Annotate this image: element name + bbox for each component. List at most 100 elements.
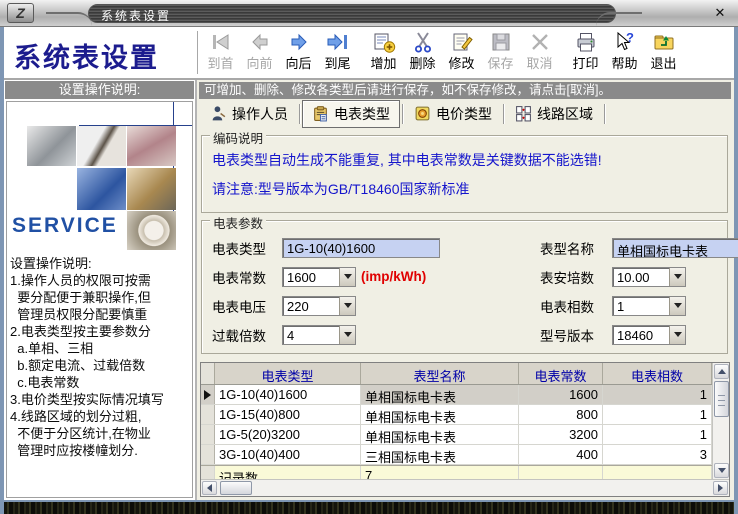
- tab-line-regions[interactable]: 线路区域: [506, 101, 602, 127]
- tab-bar: 操作人员 电表类型: [199, 99, 731, 128]
- save-icon: [489, 30, 513, 54]
- go-next-button[interactable]: 向后: [279, 29, 318, 72]
- table-cell[interactable]: 3200: [519, 425, 603, 444]
- model-name-field[interactable]: 单相国标电卡表: [612, 238, 738, 258]
- meter-constant-unit: (imp/kWh): [361, 269, 426, 284]
- go-previous-icon: [248, 30, 272, 54]
- column-header[interactable]: 电表相数: [603, 363, 712, 384]
- phases-label: 电表相数: [540, 296, 604, 316]
- edit-record-button[interactable]: 修改: [442, 29, 481, 72]
- overload-label: 过载倍数: [212, 325, 274, 345]
- instruction-line: a.单相、三相: [10, 340, 192, 357]
- table-cell[interactable]: 单相国标电卡表: [361, 385, 519, 404]
- params-groupbox: 电表参数 电表类型 1G-10(40)1600 表型名称 单相国标电卡表 电表常…: [201, 220, 728, 354]
- meter-type-field[interactable]: 1G-10(40)1600: [282, 238, 440, 258]
- collage-photo-clips: [127, 126, 176, 166]
- amperage-label: 表安培数: [540, 267, 604, 287]
- delete-record-button[interactable]: 删除: [403, 29, 442, 72]
- collage-photo-tools: [27, 126, 76, 166]
- toolbar-separator: [197, 31, 198, 74]
- add-record-button[interactable]: 增加: [364, 29, 403, 72]
- scroll-left-button[interactable]: [202, 481, 217, 495]
- table-cell[interactable]: 1: [603, 405, 712, 424]
- table-row[interactable]: 1G-5(20)3200单相国标电卡表32001: [201, 425, 712, 445]
- chevron-down-icon[interactable]: [339, 268, 355, 286]
- collage-photo-money: [127, 168, 176, 210]
- go-first-button[interactable]: 到首: [201, 29, 240, 72]
- table-cell[interactable]: 400: [519, 445, 603, 464]
- table-cell[interactable]: 单相国标电卡表: [361, 405, 519, 424]
- record-count-value: 7: [361, 466, 519, 479]
- overload-select[interactable]: 4: [282, 325, 356, 345]
- tab-operators[interactable]: 操作人员: [201, 101, 297, 127]
- main-panel: 可增加、删除、修改各类型后请进行保存，如不保存修改，请点击[取消]。 操作人员: [197, 80, 734, 500]
- phases-select[interactable]: 1: [612, 296, 686, 316]
- triangle-down-icon: [718, 468, 726, 473]
- table-cell[interactable]: 800: [519, 405, 603, 424]
- print-button[interactable]: 打印: [566, 29, 605, 72]
- go-next-icon: [287, 30, 311, 54]
- chevron-down-icon[interactable]: [339, 297, 355, 315]
- chevron-down-icon[interactable]: [669, 326, 685, 344]
- meter-type-table: 电表类型 表型名称 电表常数 电表相数 1G-10(40)1600单相国标电卡表…: [200, 362, 730, 497]
- amperage-select[interactable]: 10.00: [612, 267, 686, 287]
- vertical-scrollbar[interactable]: [712, 363, 729, 479]
- cancel-button[interactable]: 取消: [520, 29, 559, 72]
- column-header[interactable]: 表型名称: [361, 363, 519, 384]
- encoding-groupbox: 编码说明 电表类型自动生成不能重复, 其中电表常数是关键数据不能选错! 请注意:…: [201, 135, 728, 213]
- scroll-up-button[interactable]: [714, 364, 729, 379]
- model-version-select[interactable]: 18460: [612, 325, 686, 345]
- chevron-down-icon[interactable]: [339, 326, 355, 344]
- toolbar: 到首 向前 向后 到尾: [201, 27, 683, 78]
- collage-photo-pen: [77, 126, 126, 166]
- delete-record-icon: [411, 30, 435, 54]
- column-header[interactable]: 电表类型: [215, 363, 361, 384]
- column-header[interactable]: 电表常数: [519, 363, 603, 384]
- tab-divider: [299, 104, 300, 124]
- instruction-line: 4.线路区域的划分过粗,: [10, 408, 192, 425]
- horizontal-scrollbar[interactable]: [201, 479, 729, 496]
- content: 设置操作说明: SERVICE 设置操作说明:1.操作人员的权限可按需 要分配便…: [4, 80, 734, 500]
- help-button[interactable]: ? 帮助: [605, 29, 644, 72]
- meter-constant-select[interactable]: 1600: [282, 267, 356, 287]
- table-cell[interactable]: 1G-5(20)3200: [215, 425, 361, 444]
- table-cell[interactable]: 单相国标电卡表: [361, 425, 519, 444]
- chevron-down-icon[interactable]: [669, 268, 685, 286]
- close-button[interactable]: ✕: [711, 4, 729, 22]
- table-cell[interactable]: 3G-10(40)400: [215, 445, 361, 464]
- tab-divider: [402, 104, 403, 124]
- triangle-right-icon: [718, 484, 723, 492]
- app-logo-icon: Z: [7, 3, 34, 23]
- triangle-left-icon: [207, 484, 212, 492]
- instruction-line: 管理员权限分配要慎重: [10, 306, 192, 323]
- go-previous-button[interactable]: 向前: [240, 29, 279, 72]
- voltage-select[interactable]: 220: [282, 296, 356, 316]
- table-cell[interactable]: 1G-10(40)1600: [215, 385, 361, 404]
- save-button[interactable]: 保存: [481, 29, 520, 72]
- tab-meter-types[interactable]: 电表类型: [302, 100, 400, 128]
- table-row[interactable]: 1G-10(40)1600单相国标电卡表16001: [201, 385, 712, 405]
- table-cell[interactable]: 1: [603, 425, 712, 444]
- table-cell[interactable]: 1: [603, 385, 712, 404]
- service-collage: SERVICE: [7, 102, 192, 250]
- instruction-line: b.额定电流、过载倍数: [10, 357, 192, 374]
- vertical-scroll-thumb[interactable]: [714, 381, 729, 417]
- table-cell[interactable]: 1G-15(40)800: [215, 405, 361, 424]
- table-row[interactable]: 1G-15(40)800单相国标电卡表8001: [201, 405, 712, 425]
- indicator-column-header: [201, 363, 215, 384]
- tab-price-types[interactable]: 电价类型: [405, 101, 501, 127]
- scroll-down-button[interactable]: [714, 463, 729, 478]
- horizontal-scroll-thumb[interactable]: [220, 481, 252, 495]
- table-cell[interactable]: 1600: [519, 385, 603, 404]
- go-last-button[interactable]: 到尾: [318, 29, 357, 72]
- scroll-right-button[interactable]: [713, 481, 728, 495]
- model-name-label: 表型名称: [540, 238, 604, 258]
- table-row[interactable]: 3G-10(40)400三相国标电卡表4003: [201, 445, 712, 465]
- table-cell[interactable]: 三相国标电卡表: [361, 445, 519, 464]
- record-count-label: 记录数: [215, 466, 361, 479]
- exit-button[interactable]: 退出: [644, 29, 683, 72]
- table-cell[interactable]: 3: [603, 445, 712, 464]
- chevron-down-icon[interactable]: [669, 297, 685, 315]
- tab-divider: [604, 104, 605, 124]
- clipboard-icon: [312, 105, 329, 122]
